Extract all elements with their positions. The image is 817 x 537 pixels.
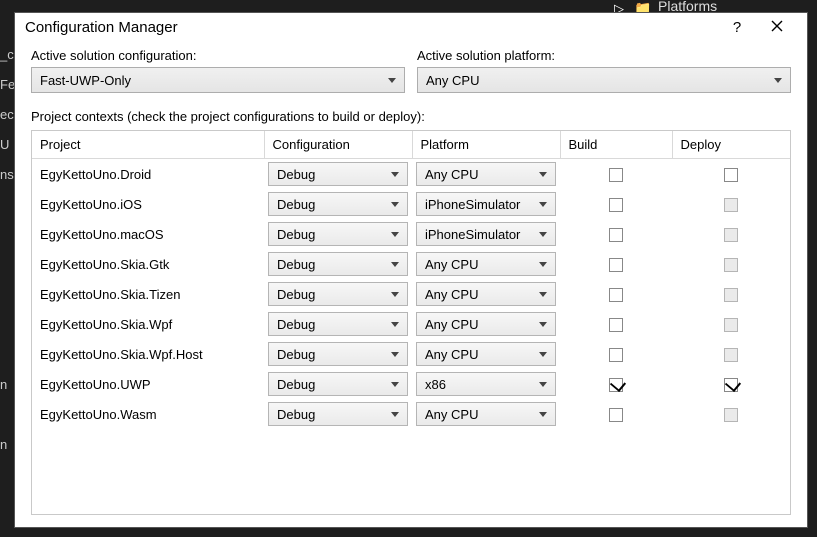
table-header-row: Project Configuration Platform Build Dep… [32, 131, 790, 159]
project-name: EgyKettoUno.iOS [32, 189, 264, 219]
platform-value: Any CPU [425, 287, 478, 302]
configuration-dropdown[interactable]: Debug [268, 402, 408, 426]
top-row: Active solution configuration: Fast-UWP-… [31, 48, 791, 93]
table-row: EgyKettoUno.Wasm Debug Any CPU [32, 399, 790, 429]
table-row: EgyKettoUno.Skia.Wpf Debug Any CPU [32, 309, 790, 339]
configuration-dropdown[interactable]: Debug [268, 342, 408, 366]
configuration-value: Debug [277, 227, 315, 242]
configuration-dropdown[interactable]: Debug [268, 222, 408, 246]
build-checkbox[interactable] [609, 408, 623, 422]
platform-value: iPhoneSimulator [425, 227, 520, 242]
table-row: EgyKettoUno.Skia.Gtk Debug Any CPU [32, 249, 790, 279]
configuration-value: Debug [277, 347, 315, 362]
configuration-value: Debug [277, 257, 315, 272]
active-config-value: Fast-UWP-Only [40, 73, 131, 88]
configuration-dropdown[interactable]: Debug [268, 282, 408, 306]
active-config-group: Active solution configuration: Fast-UWP-… [31, 48, 405, 93]
platform-value: Any CPU [425, 257, 478, 272]
deploy-checkbox [724, 348, 738, 362]
table-row: EgyKettoUno.iOS Debug iPhoneSimulator [32, 189, 790, 219]
titlebar: Configuration Manager ? [15, 13, 807, 44]
projects-table-wrap: Project Configuration Platform Build Dep… [31, 130, 791, 515]
col-build[interactable]: Build [560, 131, 672, 159]
active-platform-value: Any CPU [426, 73, 479, 88]
configuration-value: Debug [277, 287, 315, 302]
project-name: EgyKettoUno.Skia.Wpf [32, 309, 264, 339]
platform-value: x86 [425, 377, 446, 392]
configuration-value: Debug [277, 167, 315, 182]
table-row: EgyKettoUno.Skia.Wpf.Host Debug Any CPU [32, 339, 790, 369]
build-checkbox[interactable] [609, 378, 623, 392]
project-name: EgyKettoUno.Skia.Tizen [32, 279, 264, 309]
configuration-dropdown[interactable]: Debug [268, 372, 408, 396]
dialog-title: Configuration Manager [25, 19, 717, 36]
build-checkbox[interactable] [609, 198, 623, 212]
active-platform-label: Active solution platform: [417, 48, 791, 63]
deploy-checkbox [724, 318, 738, 332]
platform-dropdown[interactable]: Any CPU [416, 402, 556, 426]
col-deploy[interactable]: Deploy [672, 131, 790, 159]
platform-dropdown[interactable]: Any CPU [416, 342, 556, 366]
project-contexts-label: Project contexts (check the project conf… [31, 109, 791, 124]
configuration-manager-dialog: Configuration Manager ? Active solution … [14, 12, 808, 528]
build-checkbox[interactable] [609, 228, 623, 242]
table-row: EgyKettoUno.macOS Debug iPhoneSimulator [32, 219, 790, 249]
platform-dropdown[interactable]: Any CPU [416, 252, 556, 276]
build-checkbox[interactable] [609, 348, 623, 362]
col-platform[interactable]: Platform [412, 131, 560, 159]
deploy-checkbox[interactable] [724, 378, 738, 392]
col-project[interactable]: Project [32, 131, 264, 159]
platform-dropdown[interactable]: Any CPU [416, 162, 556, 186]
dialog-content: Active solution configuration: Fast-UWP-… [15, 44, 807, 527]
configuration-value: Debug [277, 317, 315, 332]
platform-dropdown[interactable]: Any CPU [416, 282, 556, 306]
active-config-dropdown[interactable]: Fast-UWP-Only [31, 67, 405, 93]
table-row: EgyKettoUno.UWP Debug x86 [32, 369, 790, 399]
platform-value: iPhoneSimulator [425, 197, 520, 212]
active-config-label: Active solution configuration: [31, 48, 405, 63]
close-icon[interactable] [757, 19, 797, 36]
projects-table: Project Configuration Platform Build Dep… [32, 131, 790, 429]
platform-dropdown[interactable]: Any CPU [416, 312, 556, 336]
project-name: EgyKettoUno.Skia.Gtk [32, 249, 264, 279]
active-platform-dropdown[interactable]: Any CPU [417, 67, 791, 93]
configuration-dropdown[interactable]: Debug [268, 162, 408, 186]
configuration-dropdown[interactable]: Debug [268, 252, 408, 276]
deploy-checkbox [724, 228, 738, 242]
build-checkbox[interactable] [609, 258, 623, 272]
build-checkbox[interactable] [609, 318, 623, 332]
platform-dropdown[interactable]: iPhoneSimulator [416, 222, 556, 246]
configuration-value: Debug [277, 377, 315, 392]
platform-dropdown[interactable]: iPhoneSimulator [416, 192, 556, 216]
configuration-dropdown[interactable]: Debug [268, 192, 408, 216]
platform-value: Any CPU [425, 317, 478, 332]
deploy-checkbox [724, 288, 738, 302]
configuration-dropdown[interactable]: Debug [268, 312, 408, 336]
platform-dropdown[interactable]: x86 [416, 372, 556, 396]
configuration-value: Debug [277, 197, 315, 212]
deploy-checkbox [724, 258, 738, 272]
active-platform-group: Active solution platform: Any CPU [417, 48, 791, 93]
table-row: EgyKettoUno.Skia.Tizen Debug Any CPU [32, 279, 790, 309]
deploy-checkbox[interactable] [724, 168, 738, 182]
deploy-checkbox [724, 408, 738, 422]
platform-value: Any CPU [425, 167, 478, 182]
col-configuration[interactable]: Configuration [264, 131, 412, 159]
project-name: EgyKettoUno.Skia.Wpf.Host [32, 339, 264, 369]
project-name: EgyKettoUno.macOS [32, 219, 264, 249]
help-icon[interactable]: ? [717, 19, 757, 36]
platform-value: Any CPU [425, 407, 478, 422]
project-name: EgyKettoUno.Droid [32, 159, 264, 190]
build-checkbox[interactable] [609, 168, 623, 182]
table-row: EgyKettoUno.Droid Debug Any CPU [32, 159, 790, 190]
deploy-checkbox [724, 198, 738, 212]
platform-value: Any CPU [425, 347, 478, 362]
configuration-value: Debug [277, 407, 315, 422]
project-name: EgyKettoUno.Wasm [32, 399, 264, 429]
project-name: EgyKettoUno.UWP [32, 369, 264, 399]
build-checkbox[interactable] [609, 288, 623, 302]
bg-left-scrap: _c Fe ec U ns n n [0, 40, 14, 460]
